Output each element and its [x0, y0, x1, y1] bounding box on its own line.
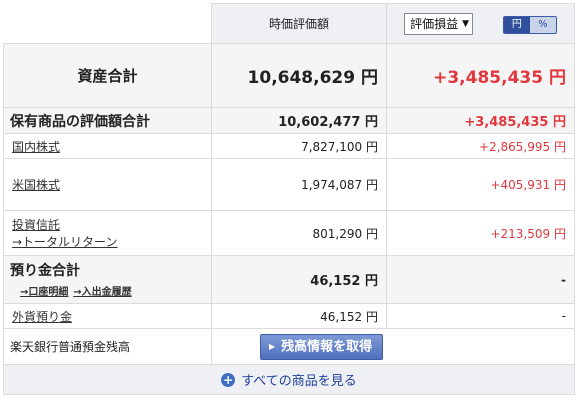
- unit-toggle: 円%: [502, 15, 557, 34]
- mutual-fund-gain: +213,509 円: [386, 210, 575, 256]
- us-stock-gain: +405,931 円: [386, 158, 575, 211]
- mutual-fund-link[interactable]: 投資信託: [12, 218, 60, 232]
- bank-balance-action-cell: ▶ 残高情報を取得: [211, 328, 575, 365]
- holdings-total-gain: +3,485,435 円: [386, 107, 575, 134]
- table-row: 外貨預り金 46,152 円 -: [3, 303, 575, 329]
- deposits-total-gain: -: [386, 255, 575, 304]
- mutual-fund-value: 801,290 円: [211, 210, 387, 256]
- deposits-total-row: 預り金合計 →口座明細 →入出金履歴 46,152 円 -: [3, 255, 575, 304]
- assets-total-gain: +3,485,435 円: [386, 43, 575, 108]
- asset-summary-table: 時価評価額 評価損益 ▼ 円% 資産合計 10,648,629 円 +3,485…: [3, 3, 575, 395]
- assets-total-row: 資産合計 10,648,629 円 +3,485,435 円: [3, 43, 575, 108]
- domestic-stock-value: 7,827,100 円: [211, 133, 387, 159]
- gain-type-select[interactable]: 評価損益 ▼: [404, 12, 474, 35]
- see-all-cell[interactable]: + すべての商品を見る: [3, 364, 575, 395]
- header-row: 時価評価額 評価損益 ▼ 円%: [3, 3, 575, 44]
- transfer-history-link[interactable]: →入出金履歴: [73, 287, 131, 298]
- header-blank-cell: [3, 3, 212, 44]
- foreign-deposit-link[interactable]: 外貨預り金: [12, 310, 72, 324]
- us-stock-link[interactable]: 米国株式: [12, 178, 60, 192]
- holdings-total-label: 保有商品の評価額合計: [3, 107, 212, 134]
- deposits-total-value: 46,152 円: [211, 255, 387, 304]
- table-row: 国内株式 7,827,100 円 +2,865,995 円: [3, 133, 575, 159]
- gain-type-select-value: 評価損益: [410, 17, 459, 31]
- holdings-total-row: 保有商品の評価額合計 10,602,477 円 +3,485,435 円: [3, 107, 575, 134]
- foreign-deposit-cell: 外貨預り金: [3, 303, 212, 329]
- get-balance-button[interactable]: ▶ 残高情報を取得: [260, 333, 384, 360]
- domestic-stock-cell: 国内株式: [3, 133, 212, 159]
- bank-balance-label: 楽天銀行普通預金残高: [3, 328, 212, 365]
- chevron-down-icon: ▼: [462, 18, 470, 29]
- play-arrow-icon: ▶: [269, 341, 276, 351]
- gain-header: 評価損益 ▼ 円%: [386, 3, 575, 44]
- see-all-link[interactable]: すべての商品を見る: [241, 374, 357, 389]
- table-row: 投資信託 →トータルリターン 801,290 円 +213,509 円: [3, 210, 575, 256]
- bank-balance-row: 楽天銀行普通預金残高 ▶ 残高情報を取得: [3, 328, 575, 365]
- get-balance-button-label: 残高情報を取得: [281, 339, 373, 354]
- table-row: 米国株式 1,974,087 円 +405,931 円: [3, 158, 575, 211]
- asset-summary-panel: 時価評価額 評価損益 ▼ 円% 資産合計 10,648,629 円 +3,485…: [0, 0, 577, 407]
- foreign-deposit-gain: -: [386, 303, 575, 329]
- assets-total-value: 10,648,629 円: [211, 43, 387, 108]
- foreign-deposit-value: 46,152 円: [211, 303, 387, 329]
- us-stock-cell: 米国株式: [3, 158, 212, 211]
- assets-total-label: 資産合計: [3, 43, 212, 108]
- toggle-yen-button[interactable]: 円: [503, 16, 530, 33]
- domestic-stock-link[interactable]: 国内株式: [12, 140, 60, 154]
- toggle-percent-button[interactable]: %: [529, 16, 556, 33]
- mutual-fund-cell: 投資信託 →トータルリターン: [3, 210, 212, 256]
- see-all-row: + すべての商品を見る: [3, 364, 575, 395]
- total-return-link[interactable]: →トータルリターン: [12, 235, 117, 249]
- plus-circle-icon: +: [221, 372, 236, 387]
- holdings-total-value: 10,602,477 円: [211, 107, 387, 134]
- domestic-stock-gain: +2,865,995 円: [386, 133, 575, 159]
- deposits-total-label: 預り金合計: [10, 263, 80, 279]
- us-stock-value: 1,974,087 円: [211, 158, 387, 211]
- market-value-header: 時価評価額: [211, 3, 387, 44]
- deposits-total-cell: 預り金合計 →口座明細 →入出金履歴: [3, 255, 212, 304]
- account-detail-link[interactable]: →口座明細: [20, 287, 68, 298]
